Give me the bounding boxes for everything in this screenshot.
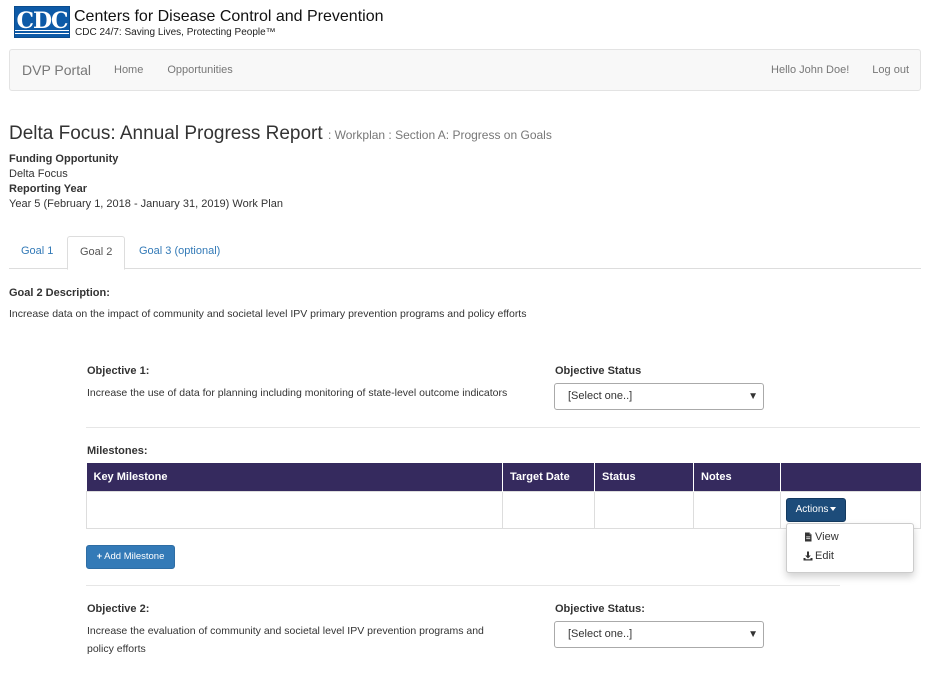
caret-down-icon (830, 507, 837, 512)
column-notes: Notes (693, 463, 781, 491)
objective-2-status-select[interactable]: [Select one..] ▼ (554, 621, 764, 648)
plus-icon: + (96, 551, 103, 562)
goal-description: Increase data on the impact of community… (9, 308, 527, 320)
top-navbar: DVP Portal Home Opportunities Hello John… (9, 49, 921, 91)
menu-item-edit-label: Edit (815, 550, 834, 562)
objective-1-status-label: Objective Status (555, 365, 642, 377)
add-milestone-label: Add Milestone (104, 551, 165, 562)
year-label: Reporting Year (9, 183, 88, 195)
objective-2-text-line-2: policy efforts (87, 643, 146, 655)
cdc-logo[interactable]: CDC (14, 6, 70, 38)
tab-goal-2[interactable]: Goal 2 (67, 236, 126, 270)
page-subtitle: : Workplan : Section A: Progress on Goal… (327, 128, 552, 142)
tab-goal-1[interactable]: Goal 1 (9, 236, 65, 269)
page-title-text: Delta Focus: Annual Progress Report (9, 123, 323, 144)
nav-link-home[interactable]: Home (114, 64, 143, 76)
funding-value: Delta Focus (9, 168, 68, 180)
site-header: CDC Centers for Disease Control and Prev… (14, 6, 384, 40)
objective-1-label: Objective 1: (87, 365, 150, 377)
actions-dropdown-menu: View Edit (786, 523, 914, 573)
divider (86, 585, 840, 586)
objective-1-text: Increase the use of data for planning in… (87, 387, 508, 399)
year-value: Year 5 (February 1, 2018 - January 31, 2… (9, 198, 283, 210)
objective-1-status-value: [Select one..] (568, 390, 633, 402)
goal-description-label: Goal 2 Description: (9, 287, 110, 299)
column-target-date: Target Date (502, 463, 595, 491)
divider (86, 427, 920, 428)
actions-label: Actions (795, 504, 829, 515)
nav-link-opportunities[interactable]: Opportunities (167, 64, 232, 76)
logout-link[interactable]: Log out (872, 64, 909, 76)
user-greeting: Hello John Doe! (771, 64, 850, 76)
cell-notes (693, 490, 781, 529)
navbar-brand[interactable]: DVP Portal (22, 62, 91, 78)
column-actions (780, 463, 921, 491)
menu-item-edit[interactable]: Edit (803, 550, 834, 562)
site-title: Centers for Disease Control and Preventi… (74, 8, 384, 25)
cell-key-milestone (86, 490, 503, 529)
objective-2-text-line-1: Increase the evaluation of community and… (87, 625, 484, 637)
page-title: Delta Focus: Annual Progress Report : Wo… (9, 122, 552, 147)
select-arrow-icon: ▼ (748, 629, 758, 640)
add-milestone-button[interactable]: + Add Milestone (86, 545, 175, 569)
table-header-row: Key Milestone Target Date Status Notes (86, 463, 921, 491)
column-key-milestone: Key Milestone (86, 463, 503, 491)
header-titles: Centers for Disease Control and Preventi… (74, 6, 384, 39)
column-status: Status (594, 463, 694, 491)
objective-2-status-value: [Select one..] (568, 628, 633, 640)
objective-2-text: Increase the evaluation of community and… (87, 622, 484, 658)
menu-item-view-label: View (815, 531, 839, 543)
report-meta: Funding Opportunity Delta Focus Reportin… (9, 152, 283, 212)
milestones-label: Milestones: (87, 445, 148, 457)
select-arrow-icon: ▼ (748, 391, 758, 402)
cell-status (594, 490, 694, 529)
cell-target-date (502, 490, 595, 529)
site-tagline: CDC 24/7: Saving Lives, Protecting Peopl… (75, 27, 276, 38)
objective-2-status-label: Objective Status: (555, 603, 645, 615)
tab-goal-3[interactable]: Goal 3 (optional) (127, 236, 232, 269)
objective-1-status-select[interactable]: [Select one..] ▼ (554, 383, 764, 410)
menu-item-view[interactable]: View (803, 531, 839, 543)
actions-button[interactable]: Actions (786, 498, 846, 522)
logo-stripes (15, 30, 69, 34)
download-icon (803, 551, 813, 561)
funding-label: Funding Opportunity (9, 153, 119, 165)
file-icon (805, 532, 812, 542)
objective-2-label: Objective 2: (87, 603, 150, 615)
goal-tabs: Goal 1 Goal 2 Goal 3 (optional) (9, 236, 921, 270)
